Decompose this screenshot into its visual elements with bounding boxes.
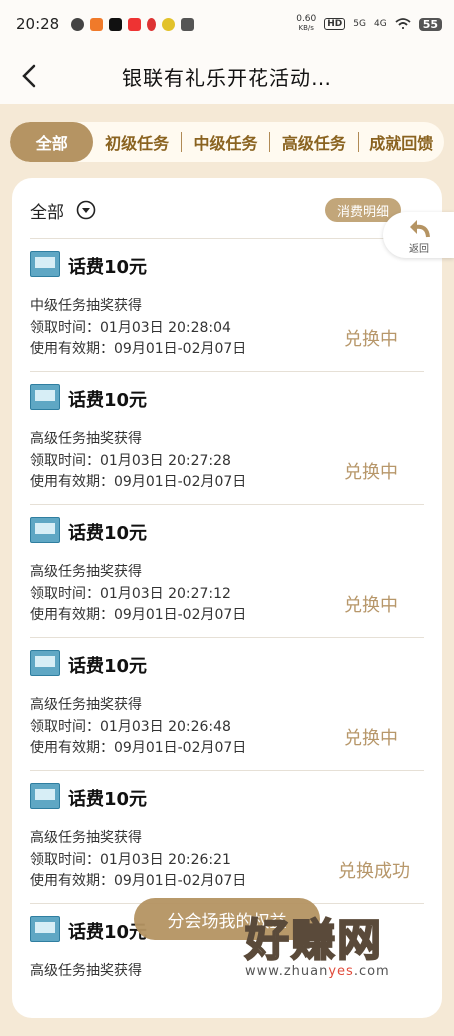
watermark-url: www.zhuanyes.com <box>245 964 390 979</box>
item-validity: 使用有效期：09月01日-02月07日 <box>30 341 247 357</box>
filter-row: 全部 <box>30 196 96 224</box>
item-source: 高级任务抽奖获得 <box>30 697 142 713</box>
item-source: 高级任务抽奖获得 <box>30 963 142 979</box>
page-title: 银联有礼乐开花活动… <box>122 65 332 90</box>
list-item[interactable]: 话费10元 高级任务抽奖获得 领取时间：01月03日 20:26:21 使用有效… <box>30 770 424 903</box>
reward-thumbnail <box>30 650 60 676</box>
video-icon <box>181 17 195 31</box>
app-icon <box>128 17 142 31</box>
item-title: 话费10元 <box>68 789 148 810</box>
item-claim-time: 领取时间：01月03日 20:27:12 <box>30 586 231 602</box>
list-item[interactable]: 话费10元 高级任务抽奖获得 领取时间：01月03日 20:27:12 使用有效… <box>30 504 424 637</box>
item-validity: 使用有效期：09月01日-02月07日 <box>30 740 247 756</box>
item-source: 高级任务抽奖获得 <box>30 564 142 580</box>
tab-beginner[interactable]: 初级任务 <box>93 122 180 162</box>
watermark: 好赚网 www.zhuanyes.com <box>244 915 450 990</box>
reward-thumbnail <box>30 916 60 942</box>
status-bar: 20:28 0.60 KB/s HD 5G 4G 55 <box>0 0 454 48</box>
item-validity: 使用有效期：09月01日-02月07日 <box>30 873 247 889</box>
wifi-icon <box>395 18 411 29</box>
filter-label: 全部 <box>30 202 64 223</box>
reward-thumbnail <box>30 251 60 277</box>
item-validity: 使用有效期：09月01日-02月07日 <box>30 474 247 490</box>
item-source: 高级任务抽奖获得 <box>30 830 142 846</box>
item-claim-time: 领取时间：01月03日 20:26:21 <box>30 852 231 868</box>
item-claim-time: 领取时间：01月03日 20:26:48 <box>30 719 231 735</box>
hd-icon: HD <box>324 18 346 30</box>
tab-achievement[interactable]: 成就回馈 <box>359 122 444 162</box>
tiktok-icon <box>109 17 123 31</box>
clock: 20:28 <box>16 15 60 33</box>
signal-4g-icon: 4G <box>373 19 387 29</box>
item-title: 话费10元 <box>68 523 148 544</box>
item-status: 兑换中 <box>344 728 398 749</box>
item-status: 兑换中 <box>344 595 398 616</box>
battery-icon: 55 <box>418 17 442 31</box>
item-title: 话费10元 <box>68 257 148 278</box>
item-title: 话费10元 <box>68 390 148 411</box>
list-item[interactable]: 话费10元 高级任务抽奖获得 领取时间：01月03日 20:26:48 使用有效… <box>30 637 424 770</box>
tab-intermediate[interactable]: 中级任务 <box>182 122 269 162</box>
chevron-left-icon <box>22 64 36 88</box>
tab-advanced[interactable]: 高级任务 <box>270 122 357 162</box>
tab-all[interactable]: 全部 <box>10 122 94 162</box>
list-item[interactable]: 话费10元 中级任务抽奖获得 领取时间：01月03日 20:28:04 使用有效… <box>30 238 424 371</box>
chat-icon <box>71 17 85 31</box>
item-source: 高级任务抽奖获得 <box>30 431 142 447</box>
location-icon <box>147 17 157 31</box>
rewards-card: 全部 消费明细 话费10元 中级任务抽奖获得 领取时间：01月03日 20:28… <box>12 178 442 1018</box>
signal-5g-icon: 5G <box>353 19 366 29</box>
dropdown-circle-icon[interactable] <box>76 200 96 220</box>
float-return-button[interactable]: 返回 <box>383 212 454 258</box>
item-claim-time: 领取时间：01月03日 20:28:04 <box>30 320 231 336</box>
watermark-logo: 好赚网 <box>244 915 383 966</box>
app-header: 银联有礼乐开花活动… <box>0 48 454 104</box>
list-item[interactable]: 话费10元 高级任务抽奖获得 领取时间：01月03日 20:27:28 使用有效… <box>30 371 424 504</box>
item-title: 话费10元 <box>68 656 148 677</box>
item-status: 兑换成功 <box>338 861 410 882</box>
network-speed-unit: KB/s <box>298 24 314 32</box>
reward-thumbnail <box>30 517 60 543</box>
float-return-label: 返回 <box>409 244 429 255</box>
system-indicators: 0.60 KB/s HD 5G 4G 55 <box>296 15 442 33</box>
app-icon <box>162 17 176 31</box>
notification-icons <box>71 17 195 31</box>
consumption-detail-label: 消费明细 <box>337 204 390 220</box>
item-status: 兑换中 <box>344 329 398 350</box>
item-source: 中级任务抽奖获得 <box>30 298 142 314</box>
item-status: 兑换中 <box>344 462 398 483</box>
app-icon <box>90 17 104 31</box>
reward-thumbnail <box>30 384 60 410</box>
reward-thumbnail <box>30 783 60 809</box>
category-tabs: 全部 初级任务 中级任务 高级任务 成就回馈 <box>10 122 444 162</box>
back-button[interactable] <box>14 60 46 92</box>
return-arrow-icon <box>410 220 430 238</box>
network-speed: 0.60 <box>296 14 317 24</box>
item-validity: 使用有效期：09月01日-02月07日 <box>30 607 247 623</box>
item-claim-time: 领取时间：01月03日 20:27:28 <box>30 453 231 469</box>
